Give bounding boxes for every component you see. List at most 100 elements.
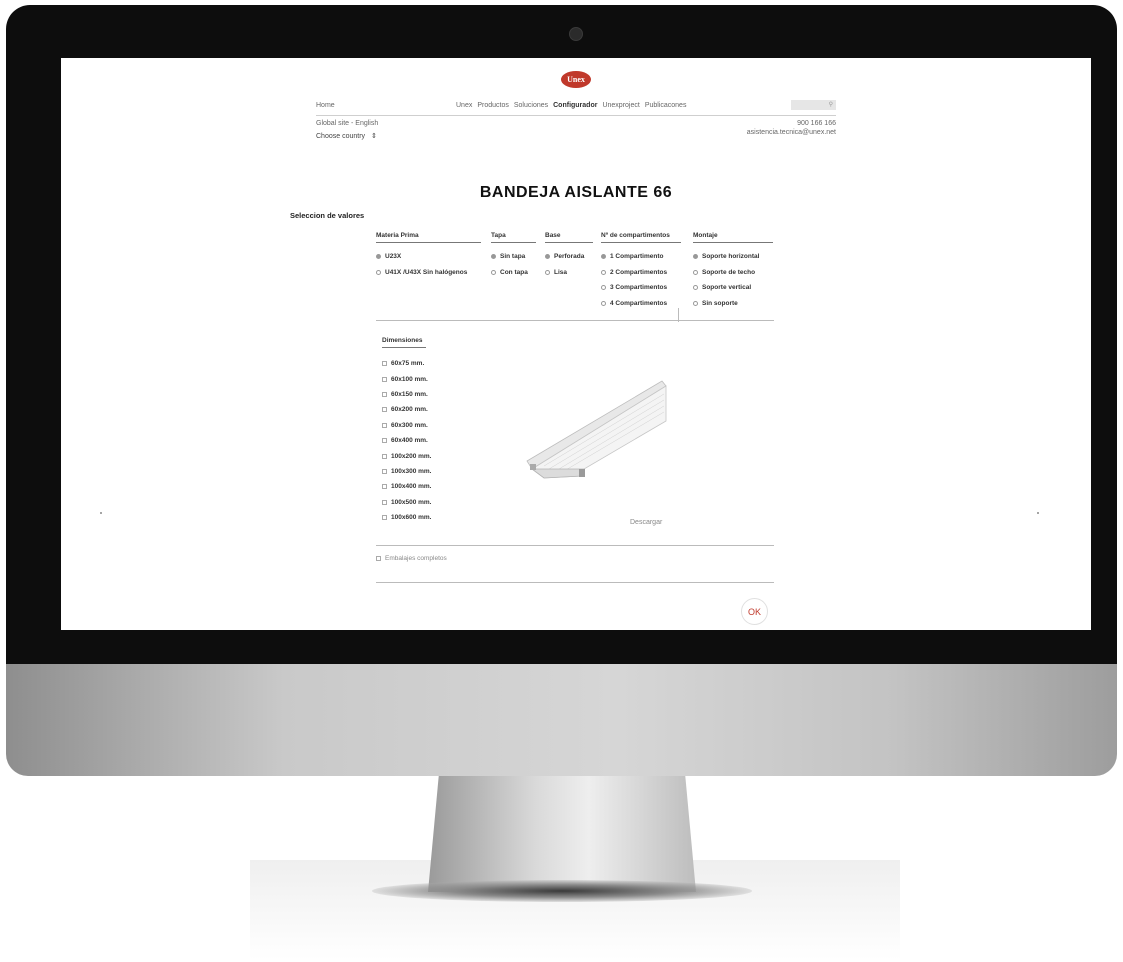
nav-home[interactable]: Home (316, 102, 335, 109)
radio-button[interactable] (491, 254, 496, 260)
nav-item[interactable]: Unex (456, 102, 472, 109)
radio-option[interactable]: Perforada (545, 249, 593, 265)
checkbox[interactable] (382, 515, 387, 521)
dimension-label: 100x500 mm. (391, 498, 432, 506)
radio-option[interactable]: U23X (376, 249, 481, 265)
radio-button[interactable] (693, 285, 698, 291)
monitor-bezel: Unex Home Unex Productos Soluciones Configu… (6, 5, 1117, 665)
packaging-option[interactable]: Embalajes completos (376, 555, 447, 562)
radio-button[interactable] (693, 254, 698, 260)
checkbox[interactable] (382, 361, 387, 367)
dimension-option[interactable]: 100x300 mm. (382, 464, 431, 479)
radio-option[interactable]: Lisa (545, 265, 593, 281)
radio-option[interactable]: 4 Compartimentos (601, 296, 681, 312)
radio-button[interactable] (491, 269, 496, 275)
dimensions-list: Dimensiones 60x75 mm. 60x100 mm. 60x150 mm… (382, 337, 431, 525)
radio-option[interactable]: Con tapa (491, 265, 536, 281)
radio-button[interactable] (601, 254, 606, 260)
radio-button[interactable] (376, 254, 381, 260)
radio-button[interactable] (601, 269, 606, 275)
radio-option[interactable]: 3 Compartimentos (601, 280, 681, 296)
support-email[interactable]: asistencia.tecnica@unex.net (61, 129, 836, 136)
radio-button[interactable] (545, 254, 550, 260)
checkbox[interactable] (382, 376, 387, 382)
option-column: Base Perforada Lisa (545, 232, 593, 280)
product-image (526, 380, 667, 479)
packaging-label: Embalajes completos (385, 555, 447, 562)
radio-option[interactable]: Sin tapa (491, 249, 536, 265)
dimension-option[interactable]: 60x200 mm. (382, 402, 431, 417)
monitor-stand (428, 776, 696, 892)
search-input[interactable]: ⚲ (791, 100, 836, 110)
radio-label: 2 Compartimentos (610, 268, 668, 276)
checkbox[interactable] (382, 484, 387, 490)
dimensions-heading: Dimensiones (382, 337, 427, 348)
radio-option[interactable]: 2 Compartimentos (601, 265, 681, 281)
checkbox[interactable] (382, 499, 387, 505)
dimension-option[interactable]: 100x500 mm. (382, 495, 431, 510)
dimension-label: 60x150 mm. (391, 390, 428, 398)
dimension-option[interactable]: 100x600 mm. (382, 510, 431, 525)
radio-label: Soporte de techo (702, 268, 756, 276)
radio-label: Perforada (554, 253, 585, 261)
header-divider (316, 115, 836, 116)
radio-button[interactable] (693, 269, 698, 275)
divider (678, 308, 679, 322)
option-column: Montaje Soporte horizontal Soporte de tech… (693, 232, 773, 311)
nav-item[interactable]: Unexproject (602, 102, 639, 109)
divider (376, 320, 774, 321)
nav-item[interactable]: Configurador (553, 102, 597, 109)
option-column: Tapa Sin tapa Con tapa (491, 232, 536, 280)
dimension-label: 100x600 mm. (391, 514, 432, 522)
radio-option[interactable]: Sin soporte (693, 296, 773, 312)
divider (376, 545, 774, 546)
dimension-option[interactable]: 60x150 mm. (382, 387, 431, 402)
dimension-label: 100x200 mm. (391, 452, 432, 460)
radio-option[interactable]: Soporte de techo (693, 265, 773, 281)
radio-option[interactable]: 1 Compartimento (601, 249, 681, 265)
dimension-option[interactable]: 100x400 mm. (382, 479, 431, 494)
monitor-screen: Unex Home Unex Productos Soluciones Configu… (61, 58, 1091, 630)
dimension-label: 100x300 mm. (391, 467, 432, 475)
search-icon: ⚲ (828, 102, 833, 108)
download-link[interactable]: Descargar (630, 519, 662, 526)
radio-option[interactable]: Soporte vertical (693, 280, 773, 296)
radio-label: Soporte horizontal (702, 253, 760, 261)
radio-button[interactable] (545, 269, 550, 275)
dimension-option[interactable]: 100x200 mm. (382, 448, 431, 463)
checkbox[interactable] (382, 468, 387, 474)
ambient-dot (1037, 512, 1039, 514)
column-heading: Materia Prima (376, 232, 481, 243)
column-heading: Tapa (491, 232, 536, 243)
checkbox[interactable] (382, 407, 387, 413)
radio-button[interactable] (693, 300, 698, 306)
radio-option[interactable]: U41X /U43X Sin halógenos (376, 265, 481, 281)
checkbox[interactable] (382, 391, 387, 397)
radio-label: Con tapa (500, 268, 528, 276)
monitor-chin (6, 664, 1117, 776)
checkbox[interactable] (382, 453, 387, 459)
radio-label: Soporte vertical (702, 284, 752, 292)
radio-label: Sin tapa (500, 253, 526, 261)
dimension-option[interactable]: 60x400 mm. (382, 433, 431, 448)
checkbox[interactable] (376, 556, 381, 561)
checkbox[interactable] (382, 422, 387, 428)
nav-item[interactable]: Soluciones (514, 102, 548, 109)
nav-item[interactable]: Publicacones (645, 102, 687, 109)
checkbox[interactable] (382, 438, 387, 444)
dimension-label: 100x400 mm. (391, 483, 432, 491)
radio-button[interactable] (601, 285, 606, 291)
radio-label: U41X /U43X Sin halógenos (385, 268, 468, 276)
dimension-option[interactable]: 60x100 mm. (382, 371, 431, 386)
nav-item[interactable]: Productos (477, 102, 509, 109)
monitor-foot (372, 880, 752, 902)
dimension-option[interactable]: 60x300 mm. (382, 418, 431, 433)
unex-logo[interactable]: Unex (561, 71, 591, 88)
radio-button[interactable] (601, 300, 606, 306)
ok-button[interactable]: OK (741, 598, 768, 625)
radio-button[interactable] (376, 269, 381, 275)
radio-label: Sin soporte (702, 299, 738, 307)
radio-option[interactable]: Soporte horizontal (693, 249, 773, 265)
dimension-option[interactable]: 60x75 mm. (382, 356, 431, 371)
ambient-dot (100, 512, 102, 514)
